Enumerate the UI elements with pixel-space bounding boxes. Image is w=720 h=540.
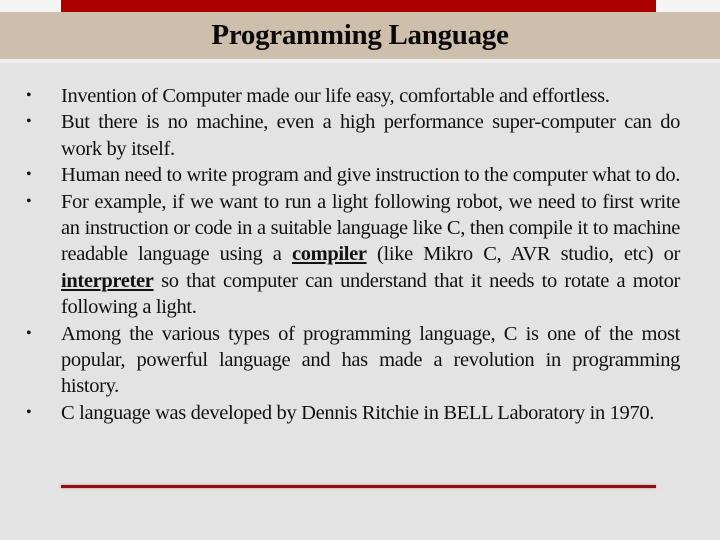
bullet-icon: • (26, 166, 32, 184)
bullet-text: so that computer can understand that it … (61, 269, 680, 319)
bullet-item: • Human need to write program and give i… (26, 162, 680, 188)
accent-bar (61, 0, 656, 12)
bullet-icon: • (26, 192, 32, 210)
slide-title: Programming Language (211, 19, 509, 51)
bullet-text: Human need to write program and give ins… (61, 164, 680, 187)
bullet-icon: • (26, 113, 32, 131)
bullet-item: • Among the various types of programming… (26, 321, 680, 400)
bottom-rule (61, 485, 656, 488)
bullet-icon: • (26, 403, 32, 421)
title-band-shadow (0, 59, 720, 63)
bullet-text: Among the various types of programming l… (61, 322, 680, 398)
term-compiler: compiler (291, 243, 367, 266)
bullet-item: • But there is no machine, even a high p… (26, 109, 680, 162)
bullet-list: • Invention of Computer made our life ea… (26, 83, 680, 426)
bullet-text: C language was developed by Dennis Ritch… (61, 401, 655, 424)
bullet-icon: • (26, 324, 32, 342)
bullet-item: • C language was developed by Dennis Rit… (26, 400, 680, 426)
slide-body: • Invention of Computer made our life ea… (26, 83, 680, 426)
bullet-text: (like Mikro C, AVR studio, etc) or (366, 243, 680, 266)
bullet-item: • Invention of Computer made our life ea… (26, 83, 680, 109)
bullet-item: • For example, if we want to run a light… (26, 189, 680, 321)
bullet-text: But there is no machine, even a high per… (61, 111, 680, 160)
bullet-icon: • (26, 87, 32, 104)
bullet-text: Invention of Computer made our life easy… (61, 85, 610, 107)
term-interpreter: interpreter (61, 269, 154, 292)
